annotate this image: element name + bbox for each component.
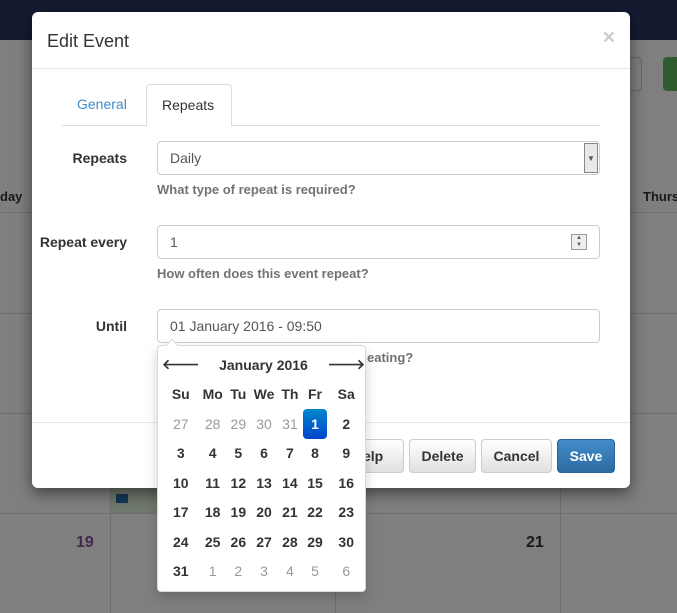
day-cell[interactable]: 3 (162, 439, 200, 469)
repeats-select[interactable]: Daily ▼ (157, 141, 600, 175)
day-cell[interactable]: 13 (251, 468, 277, 498)
day-cell[interactable]: 30 (327, 527, 365, 557)
day-cell[interactable]: 25 (200, 527, 226, 557)
tab-bar: General Repeats (62, 84, 600, 127)
day-cell[interactable]: 27 (162, 409, 200, 439)
day-cell[interactable]: 14 (277, 468, 302, 498)
day-cell[interactable]: 2 (327, 409, 365, 439)
weekday-header: Sa (337, 386, 355, 403)
day-cell[interactable]: 16 (327, 468, 365, 498)
repeat-every-input[interactable]: 1 ▲ ▼ (157, 225, 600, 259)
day-cell[interactable]: 30 (251, 409, 277, 439)
repeat-every-help: How often does this event repeat? (157, 266, 369, 281)
datepicker-popup: 🡐 January 2016 🡒 Su Mo Tu We Th Fr Sa 27 28 29 30… (157, 339, 366, 592)
day-cell[interactable]: 4 (277, 557, 302, 587)
month-switch[interactable]: January 2016 (200, 350, 328, 380)
repeats-help: What type of repeat is required? (157, 182, 356, 197)
weekday-header: Th (281, 386, 299, 403)
day-cell[interactable]: 29 (303, 527, 328, 557)
day-cell[interactable]: 28 (200, 409, 226, 439)
day-cell[interactable]: 4 (200, 439, 226, 469)
day-cell[interactable]: 5 (226, 439, 251, 469)
day-cell[interactable]: 8 (303, 439, 328, 469)
day-cell[interactable]: 22 (303, 498, 328, 528)
stepper-icon[interactable]: ▲ ▼ (571, 234, 587, 250)
until-label: Until (95, 318, 127, 334)
weekday-header: Fr (308, 386, 322, 403)
weekday-header: We (253, 386, 275, 403)
day-cell[interactable]: 20 (251, 498, 277, 528)
day-cell[interactable]: 7 (277, 439, 302, 469)
weekday-header: Mo (202, 386, 223, 403)
selected-day[interactable]: 1 (302, 409, 328, 439)
chevron-down-icon[interactable]: ▼ (584, 143, 598, 173)
day-cell[interactable]: 3 (251, 557, 277, 587)
until-help: eating? (367, 350, 414, 365)
day-cell[interactable]: 18 (200, 498, 226, 528)
day-cell[interactable]: 15 (303, 468, 328, 498)
day-cell[interactable]: 1 (200, 557, 226, 587)
day-cell[interactable]: 6 (251, 439, 277, 469)
day-cell[interactable]: 31 (162, 557, 200, 587)
weekday-header: Su (171, 386, 190, 403)
delete-button[interactable]: Delete (409, 439, 476, 473)
day-cell[interactable]: 6 (327, 557, 365, 587)
modal-title: Edit Event (47, 31, 130, 51)
day-cell[interactable]: 11 (200, 468, 226, 498)
prev-month-arrow-icon[interactable]: 🡐 (162, 350, 200, 380)
day-cell[interactable]: 26 (226, 527, 251, 557)
day-cell[interactable]: 27 (251, 527, 277, 557)
day-cell[interactable]: 2 (226, 557, 251, 587)
repeats-label: Repeats (72, 150, 127, 166)
day-cell[interactable]: 10 (162, 468, 200, 498)
day-cell[interactable]: 9 (327, 439, 365, 469)
tab-general[interactable]: General (62, 84, 142, 126)
day-cell[interactable]: 29 (226, 409, 251, 439)
cancel-button[interactable]: Cancel (481, 439, 552, 473)
save-button[interactable]: Save (557, 439, 615, 473)
day-cell[interactable]: 5 (303, 557, 328, 587)
day-cell[interactable]: 31 (277, 409, 302, 439)
day-cell[interactable]: 24 (162, 527, 200, 557)
until-input[interactable]: 01 January 2016 - 09:50 (157, 309, 600, 343)
weekday-header: Tu (230, 386, 247, 403)
day-cell[interactable]: 12 (226, 468, 251, 498)
repeat-every-label: Repeat every (39, 234, 127, 250)
day-cell[interactable]: 19 (226, 498, 251, 528)
tab-repeats[interactable]: Repeats (146, 84, 232, 127)
day-cell[interactable]: 23 (327, 498, 365, 528)
day-cell[interactable]: 21 (277, 498, 302, 528)
day-cell[interactable]: 17 (162, 498, 200, 528)
next-month-arrow-icon[interactable]: 🡒 (327, 350, 365, 380)
close-icon[interactable]: × (603, 26, 615, 50)
day-cell[interactable]: 28 (277, 527, 302, 557)
